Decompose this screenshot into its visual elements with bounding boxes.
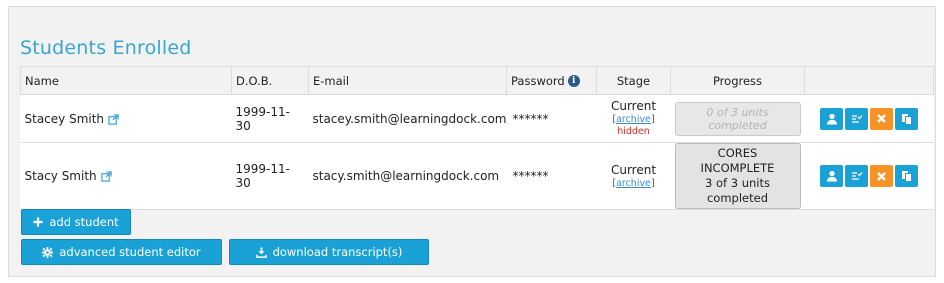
column-header-stage: Stage [596,66,671,95]
download-transcripts-button[interactable]: download transcript(s) [229,239,429,265]
delete-student-button[interactable] [870,107,893,130]
external-link-icon[interactable] [100,171,112,182]
progress-button[interactable]: 0 of 3 units completed [674,101,801,136]
student-dob: 1999-11-30 [231,94,309,143]
student-stage-cell: Current [archive] hidden [596,94,671,143]
add-student-label: add student [49,215,119,229]
actions-cell [804,94,934,143]
delete-student-button[interactable] [870,165,893,187]
user-icon [826,113,837,124]
hidden-label: hidden [617,126,650,137]
advanced-student-editor-label: advanced student editor [59,245,201,259]
bracket-close: ] [650,114,655,125]
bracket-close: ] [650,177,655,189]
column-header-actions [804,66,934,95]
table-row: Stacey Smith 1999-11-30 stacey.smith@lea… [20,94,934,143]
student-name-cell: Stacy Smith [20,142,232,210]
copy-icon [901,113,912,125]
checklist-button[interactable] [845,165,868,187]
view-student-button[interactable] [820,165,843,187]
gear-icon [42,246,54,258]
archive-link-wrapper: [archive] [601,177,667,190]
copy-student-button[interactable] [895,107,918,130]
students-enrolled-panel: Students Enrolled Name D.O.B. E-mail Pas… [8,6,936,277]
close-icon [877,171,886,181]
student-progress-cell: 0 of 3 units completed [670,94,805,143]
progress-button[interactable]: CORES INCOMPLETE 3 of 3 units completed [674,143,801,209]
column-header-email[interactable]: E-mail [308,66,507,95]
column-header-progress: Progress [670,66,805,95]
archive-link[interactable]: archive [616,114,651,125]
column-header-dob[interactable]: D.O.B. [231,66,309,95]
student-password: ****** [506,142,597,210]
archive-link-wrapper: [archive] [601,113,667,126]
student-name: Stacey Smith [24,111,105,126]
student-name: Stacy Smith [24,169,97,183]
student-email: stacey.smith@learningdock.com [308,94,507,143]
students-table: Name D.O.B. E-mail Password i Stage Progr… [20,66,934,210]
student-dob: 1999-11-30 [231,142,309,210]
info-icon[interactable]: i [567,75,580,87]
stage-label: Current [610,99,657,113]
advanced-student-editor-button[interactable]: advanced student editor [21,239,222,265]
close-icon [877,114,886,123]
checklist-icon [851,114,862,123]
copy-student-button[interactable] [895,165,918,187]
plus-icon [33,217,43,227]
actions-cell [804,142,934,210]
copy-icon [901,171,912,182]
archive-link[interactable]: archive [616,178,651,189]
download-icon [255,246,267,258]
student-progress-cell: CORES INCOMPLETE 3 of 3 units completed [670,142,805,210]
view-student-button[interactable] [820,107,843,130]
checklist-icon [851,172,862,180]
student-name-cell: Stacey Smith [20,94,232,143]
table-header-row: Name D.O.B. E-mail Password i Stage Progr… [20,66,934,95]
stage-label: Current [610,162,657,177]
checklist-button[interactable] [845,107,868,130]
progress-text: 3 of 3 units completed [705,176,770,205]
user-icon [826,170,837,182]
student-email: stacy.smith@learningdock.com [308,142,507,210]
progress-text: 0 of 3 units completed [706,105,769,132]
column-header-password-label: Password [511,73,565,88]
column-header-password: Password i [506,66,597,95]
table-row: Stacy Smith 1999-11-30 stacy.smith@learn… [20,142,934,210]
add-student-button[interactable]: add student [21,209,131,235]
section-title: Students Enrolled [20,37,192,59]
column-header-name[interactable]: Name [20,66,232,95]
download-transcripts-label: download transcript(s) [272,245,403,259]
progress-status: CORES INCOMPLETE [700,146,775,175]
student-stage-cell: Current [archive] [596,142,671,210]
external-link-icon[interactable] [108,113,119,125]
student-password: ****** [506,94,597,143]
